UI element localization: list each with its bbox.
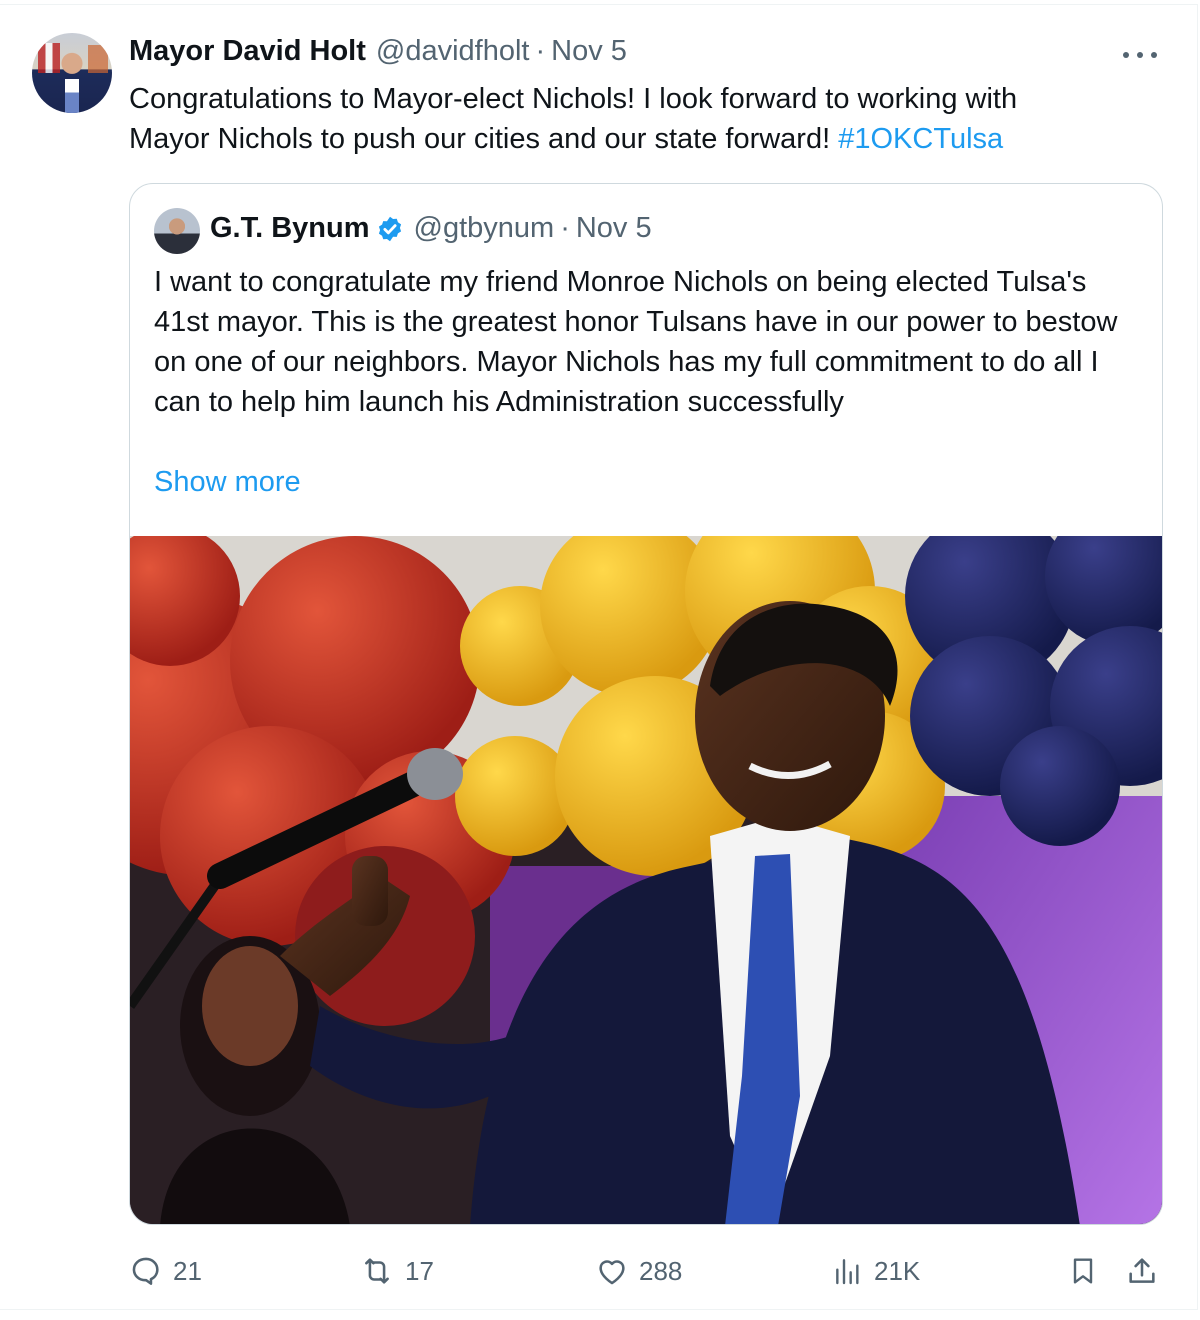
quoted-tweet-photo[interactable] bbox=[130, 536, 1162, 1224]
tweet-text: Congratulations to Mayor-elect Nichols! … bbox=[129, 79, 1129, 159]
like-count: 288 bbox=[639, 1255, 683, 1286]
avatar-flag-right bbox=[88, 45, 108, 73]
views-chart-icon bbox=[836, 1259, 859, 1285]
photo-illustration bbox=[130, 536, 1162, 1224]
share-icon bbox=[1129, 1258, 1155, 1283]
show-more-link[interactable]: Show more bbox=[154, 462, 301, 502]
reply-button[interactable]: 21 bbox=[129, 1251, 202, 1291]
quoted-tweet[interactable]: G.T. Bynum @gtbynum · Nov 5 I want to co… bbox=[129, 183, 1163, 1225]
view-count: 21K bbox=[874, 1255, 921, 1286]
reply-count: 21 bbox=[173, 1255, 202, 1286]
tweet-text-line-1: Congratulations to Mayor-elect Nichols! … bbox=[129, 83, 1018, 115]
tweet-header: Mayor David Holt @davidfholt · Nov 5 bbox=[129, 35, 627, 73]
repost-count: 17 bbox=[405, 1255, 434, 1286]
quoted-tweet-header: G.T. Bynum @gtbynum · Nov 5 bbox=[210, 212, 652, 245]
tweet-card[interactable]: Mayor David Holt @davidfholt · Nov 5 Con… bbox=[0, 4, 1198, 1310]
heart-icon bbox=[599, 1260, 625, 1285]
avatar-flag-left bbox=[38, 43, 60, 73]
repost-icon bbox=[365, 1258, 389, 1284]
avatar-shirt bbox=[65, 79, 79, 113]
header-separator: · bbox=[535, 35, 546, 67]
verified-badge-icon bbox=[378, 216, 401, 241]
repost-button[interactable]: 17 bbox=[359, 1251, 434, 1291]
author-handle[interactable]: @davidfholt bbox=[376, 35, 530, 68]
tweet-text-line-2: Mayor Nichols to push our cities and our… bbox=[129, 119, 1129, 159]
quoted-author-avatar[interactable] bbox=[154, 208, 200, 254]
quoted-tweet-date[interactable]: Nov 5 bbox=[576, 212, 652, 245]
reply-icon bbox=[132, 1257, 159, 1285]
quoted-header-separator: · bbox=[560, 212, 570, 244]
tweet-actions-bar: 21 17 288 21K bbox=[129, 1251, 1169, 1291]
hashtag-link[interactable]: #1OKCTulsa bbox=[838, 123, 1003, 155]
bookmark-icon bbox=[1073, 1258, 1093, 1284]
more-options-icon[interactable] bbox=[1123, 51, 1157, 59]
share-button[interactable] bbox=[1125, 1251, 1169, 1291]
tweet-text-line-2-body: Mayor Nichols to push our cities and our… bbox=[129, 123, 839, 155]
quoted-author-name[interactable]: G.T. Bynum bbox=[210, 212, 370, 245]
like-button[interactable]: 288 bbox=[595, 1251, 682, 1291]
author-name[interactable]: Mayor David Holt bbox=[129, 35, 366, 68]
bookmark-button[interactable] bbox=[1067, 1251, 1109, 1291]
author-avatar[interactable] bbox=[32, 33, 112, 113]
tweet-date[interactable]: Nov 5 bbox=[551, 35, 627, 68]
quoted-tweet-text: I want to congratulate my friend Monroe … bbox=[154, 266, 1118, 418]
views-button[interactable]: 21K bbox=[832, 1251, 920, 1291]
quoted-author-handle[interactable]: @gtbynum bbox=[414, 212, 555, 245]
